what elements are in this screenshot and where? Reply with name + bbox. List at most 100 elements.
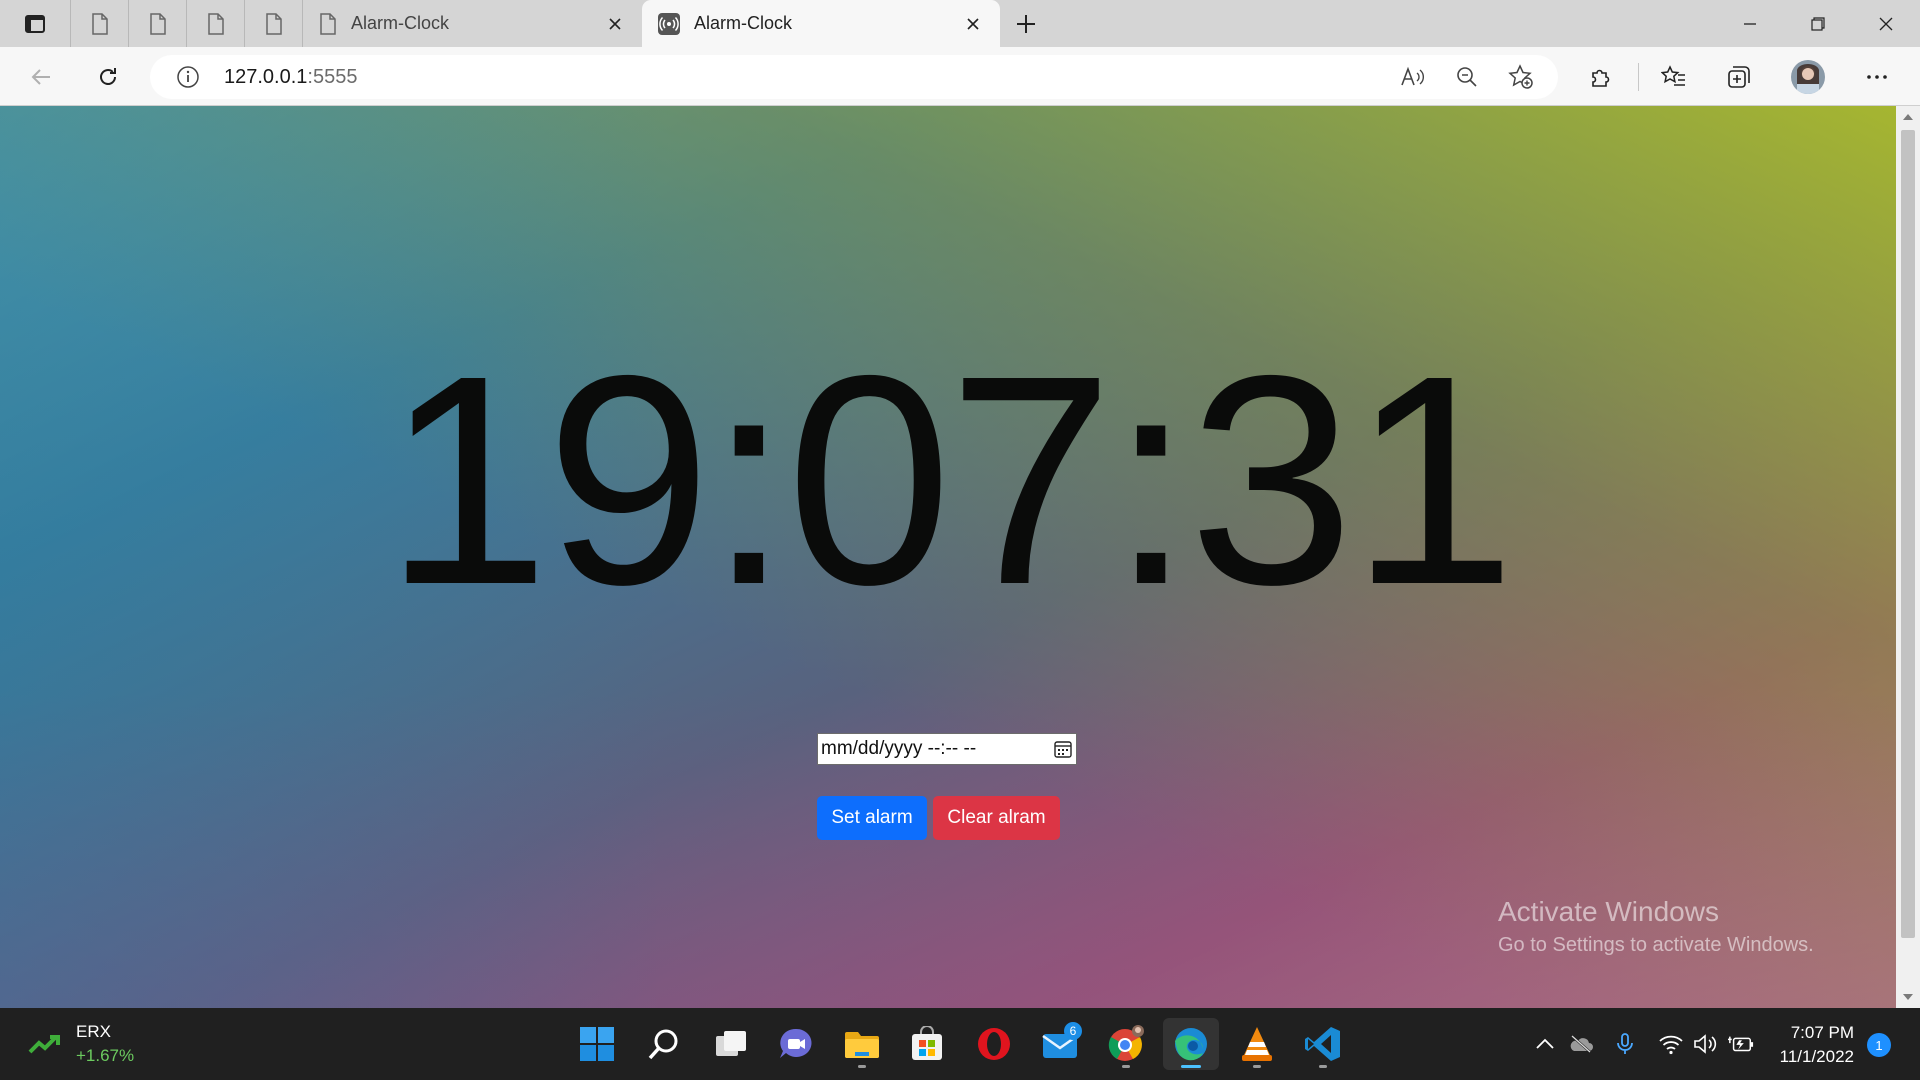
scrollbar-thumb[interactable] bbox=[1901, 130, 1915, 938]
vlc-icon bbox=[1242, 1027, 1272, 1061]
stock-symbol: ERX bbox=[76, 1022, 111, 1041]
start-button[interactable] bbox=[569, 1018, 625, 1070]
edge-button[interactable] bbox=[1163, 1018, 1219, 1070]
windows-taskbar: ERX +1.67% 6 7:07 PM 11/1/2022 1 bbox=[0, 1008, 1920, 1080]
task-view-button[interactable] bbox=[703, 1018, 759, 1070]
favorites-icon bbox=[1661, 65, 1685, 86]
tab-alarm-clock-1[interactable]: Alarm-Clock bbox=[302, 0, 642, 47]
chrome-icon bbox=[1108, 1025, 1144, 1061]
pinned-tab-2[interactable] bbox=[128, 0, 186, 47]
wifi-icon[interactable] bbox=[1658, 1032, 1684, 1056]
store-icon bbox=[912, 1026, 942, 1060]
calendar-icon[interactable] bbox=[1053, 739, 1073, 759]
read-aloud-icon[interactable] bbox=[1396, 60, 1430, 94]
tab-actions-icon bbox=[25, 14, 45, 33]
tray-time: 7:07 PM bbox=[1790, 1023, 1854, 1042]
close-tab-icon[interactable] bbox=[962, 13, 984, 35]
pinned-tab-4[interactable] bbox=[244, 0, 302, 47]
page-icon bbox=[149, 12, 166, 35]
search-icon bbox=[648, 1029, 678, 1060]
address-bar[interactable]: 127.0.0.1:5555 bbox=[150, 55, 1558, 99]
vertical-scrollbar[interactable] bbox=[1896, 106, 1920, 1008]
more-icon bbox=[1867, 75, 1887, 79]
edge-icon bbox=[1175, 1028, 1207, 1061]
activate-windows-watermark: Activate Windows Go to Settings to activ… bbox=[1498, 896, 1814, 957]
favorites-button[interactable] bbox=[1655, 58, 1693, 96]
teams-chat-button[interactable] bbox=[768, 1018, 824, 1070]
vscode-icon bbox=[1305, 1027, 1340, 1061]
pinned-tab-3[interactable] bbox=[186, 0, 244, 47]
search-button[interactable] bbox=[636, 1018, 692, 1070]
tray-date: 11/1/2022 bbox=[1779, 1047, 1854, 1066]
opera-icon bbox=[978, 1028, 1010, 1060]
folder-icon bbox=[845, 1032, 879, 1058]
new-tab-button[interactable] bbox=[1000, 0, 1052, 47]
close-window-button[interactable] bbox=[1852, 0, 1920, 47]
minimize-icon bbox=[1744, 22, 1756, 25]
pinned-tab-1[interactable] bbox=[70, 0, 128, 47]
add-favorite-icon[interactable] bbox=[1504, 60, 1538, 94]
microsoft-store-button[interactable] bbox=[899, 1018, 955, 1070]
minimize-button[interactable] bbox=[1716, 0, 1784, 47]
mail-button[interactable]: 6 bbox=[1032, 1018, 1088, 1070]
clear-alarm-button[interactable]: Clear alram bbox=[933, 796, 1060, 840]
vlc-button[interactable] bbox=[1229, 1018, 1285, 1070]
back-button[interactable] bbox=[22, 58, 60, 96]
stock-change: +1.67% bbox=[76, 1046, 135, 1065]
alarm-datetime-input[interactable]: mm/dd/yyyy --:-- -- bbox=[817, 733, 1077, 765]
zoom-out-icon[interactable] bbox=[1450, 60, 1484, 94]
browser-toolbar: 127.0.0.1:5555 bbox=[0, 47, 1920, 106]
microphone-icon[interactable] bbox=[1612, 1032, 1638, 1056]
clock-tray[interactable]: 7:07 PM 11/1/2022 bbox=[1760, 1021, 1854, 1069]
windows-logo-icon bbox=[580, 1027, 614, 1061]
page-icon bbox=[91, 12, 108, 35]
running-indicator bbox=[1253, 1065, 1261, 1068]
extensions-button[interactable] bbox=[1582, 58, 1620, 96]
file-explorer-button[interactable] bbox=[834, 1018, 890, 1070]
page-icon bbox=[320, 12, 336, 35]
datetime-placeholder: mm/dd/yyyy --:-- -- bbox=[821, 738, 977, 759]
plus-icon bbox=[1017, 14, 1035, 33]
collections-icon bbox=[1728, 66, 1750, 88]
refresh-button[interactable] bbox=[89, 58, 127, 96]
close-icon bbox=[1879, 17, 1893, 30]
back-arrow-icon bbox=[31, 69, 50, 85]
mail-unread-badge: 6 bbox=[1064, 1022, 1082, 1040]
watermark-title: Activate Windows bbox=[1498, 896, 1719, 927]
scroll-down-arrow-icon[interactable] bbox=[1896, 986, 1920, 1008]
opera-button[interactable] bbox=[966, 1018, 1022, 1070]
toolbar-separator bbox=[1638, 63, 1639, 91]
page-icon bbox=[207, 12, 224, 35]
volume-icon[interactable] bbox=[1692, 1032, 1718, 1056]
running-indicator bbox=[1319, 1065, 1327, 1068]
url-host: 127.0.0.1 bbox=[224, 66, 308, 88]
show-hidden-icons-chevron-up-icon[interactable] bbox=[1532, 1032, 1558, 1056]
tab-actions-button[interactable] bbox=[0, 0, 70, 47]
stock-widget[interactable]: ERX +1.67% bbox=[28, 1022, 134, 1066]
stock-trend-icon bbox=[28, 1035, 60, 1054]
profile-button[interactable] bbox=[1789, 58, 1827, 96]
close-tab-icon[interactable] bbox=[604, 13, 626, 35]
chrome-button[interactable] bbox=[1098, 1018, 1154, 1070]
url-text: 127.0.0.1:5555 bbox=[224, 66, 357, 89]
watermark-subtitle: Go to Settings to activate Windows. bbox=[1498, 934, 1814, 956]
onedrive-cloud-icon[interactable] bbox=[1568, 1032, 1594, 1056]
url-port: :5555 bbox=[307, 66, 358, 88]
site-info-icon[interactable] bbox=[171, 60, 205, 94]
running-indicator bbox=[858, 1065, 866, 1068]
tab-alarm-clock-2[interactable]: Alarm-Clock bbox=[642, 0, 1000, 47]
chat-icon bbox=[780, 1028, 812, 1058]
settings-more-button[interactable] bbox=[1858, 58, 1896, 96]
notification-count-badge[interactable]: 1 bbox=[1867, 1033, 1891, 1057]
puzzle-icon bbox=[1592, 69, 1610, 87]
set-alarm-button[interactable]: Set alarm bbox=[817, 796, 927, 840]
restore-button[interactable] bbox=[1784, 0, 1852, 47]
battery-charging-icon[interactable] bbox=[1728, 1032, 1754, 1056]
tab-strip: Alarm-Clock Alarm-Clock bbox=[0, 0, 1920, 47]
active-indicator bbox=[1181, 1065, 1201, 1068]
broadcast-icon bbox=[658, 12, 680, 35]
clock-display: 19:07:31 bbox=[384, 314, 1516, 647]
vscode-button[interactable] bbox=[1295, 1018, 1351, 1070]
scroll-up-arrow-icon[interactable] bbox=[1896, 106, 1920, 128]
collections-button[interactable] bbox=[1720, 58, 1758, 96]
